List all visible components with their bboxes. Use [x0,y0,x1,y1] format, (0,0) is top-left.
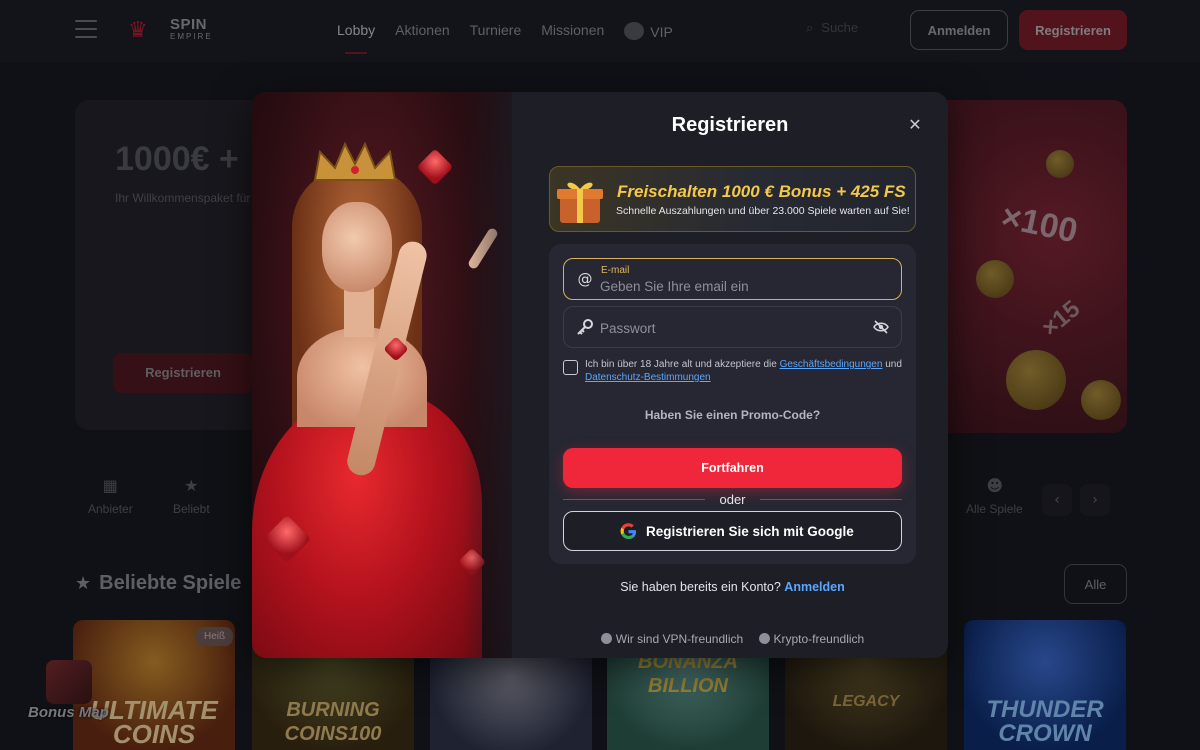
modal-title: Registrieren [671,114,789,136]
registration-form: @ E-mail Ich bin über 18 Jahre alt und a… [549,244,916,564]
or-divider: oder [563,492,902,507]
close-icon[interactable]: ✕ [904,114,926,136]
login-link[interactable]: Anmelden [784,580,844,594]
terms-link[interactable]: Geschäftsbedingungen [780,359,883,370]
login-prompt-text: Sie haben bereits ein Konto? [620,580,781,594]
login-prompt: Sie haben bereits ein Konto? Anmelden [549,580,916,594]
queen-pointing-finger [466,226,500,271]
banner-title: Freischalten 1000 € Bonus + 425 FS [617,182,906,201]
crypto-note-text: Krypto-freundlich [773,632,865,646]
queen-neck [344,287,374,337]
vpn-note-text: Wir sind VPN-freundlich [615,632,744,646]
at-sign-icon: @ [577,270,593,288]
register-modal: Registrieren ✕ Freischalten 1000 € Bonus… [252,92,948,658]
queen-face [322,202,392,292]
crown-icon [313,141,397,181]
privacy-link[interactable]: Datenschutz-Bestimmungen [585,372,711,383]
divider-line [760,499,902,500]
password-field[interactable] [563,306,902,348]
bonus-promo-banner: Freischalten 1000 € Bonus + 425 FS Schne… [549,166,916,232]
gift-box-icon [557,182,603,223]
continue-button[interactable]: Fortfahren [563,448,902,488]
terms-text: Ich bin über 18 Jahre alt und akzeptiere… [585,358,905,384]
ruby-gem-image [416,148,454,186]
age-terms-checkbox[interactable] [563,360,578,375]
google-button-label: Registrieren Sie sich mit Google [646,524,854,539]
ruby-gem-image [457,547,487,577]
bitcoin-icon [758,633,770,644]
crypto-friendly-note: Krypto-freundlich [758,632,865,646]
email-field[interactable]: @ E-mail [563,258,902,300]
password-input[interactable] [600,318,880,338]
google-signup-button[interactable]: Registrieren Sie sich mit Google [563,511,902,551]
vpn-friendly-note: Wir sind VPN-freundlich [600,632,744,646]
google-icon [620,523,637,540]
key-icon [577,319,593,335]
shield-icon [600,633,612,644]
email-input[interactable] [600,277,880,295]
eye-slash-icon[interactable] [873,319,889,335]
promo-code-toggle[interactable]: Haben Sie einen Promo-Code? [549,408,916,422]
queen-illustration [252,92,512,658]
terms-text-start: Ich bin über 18 Jahre alt und akzeptiere… [585,359,777,370]
banner-subtitle: Schnelle Auszahlungen und über 23.000 Sp… [616,205,910,217]
email-label: E-mail [601,265,630,276]
trust-notes: Wir sind VPN-freundlich Krypto-freundlic… [549,632,916,646]
terms-text-and: und [885,359,902,370]
